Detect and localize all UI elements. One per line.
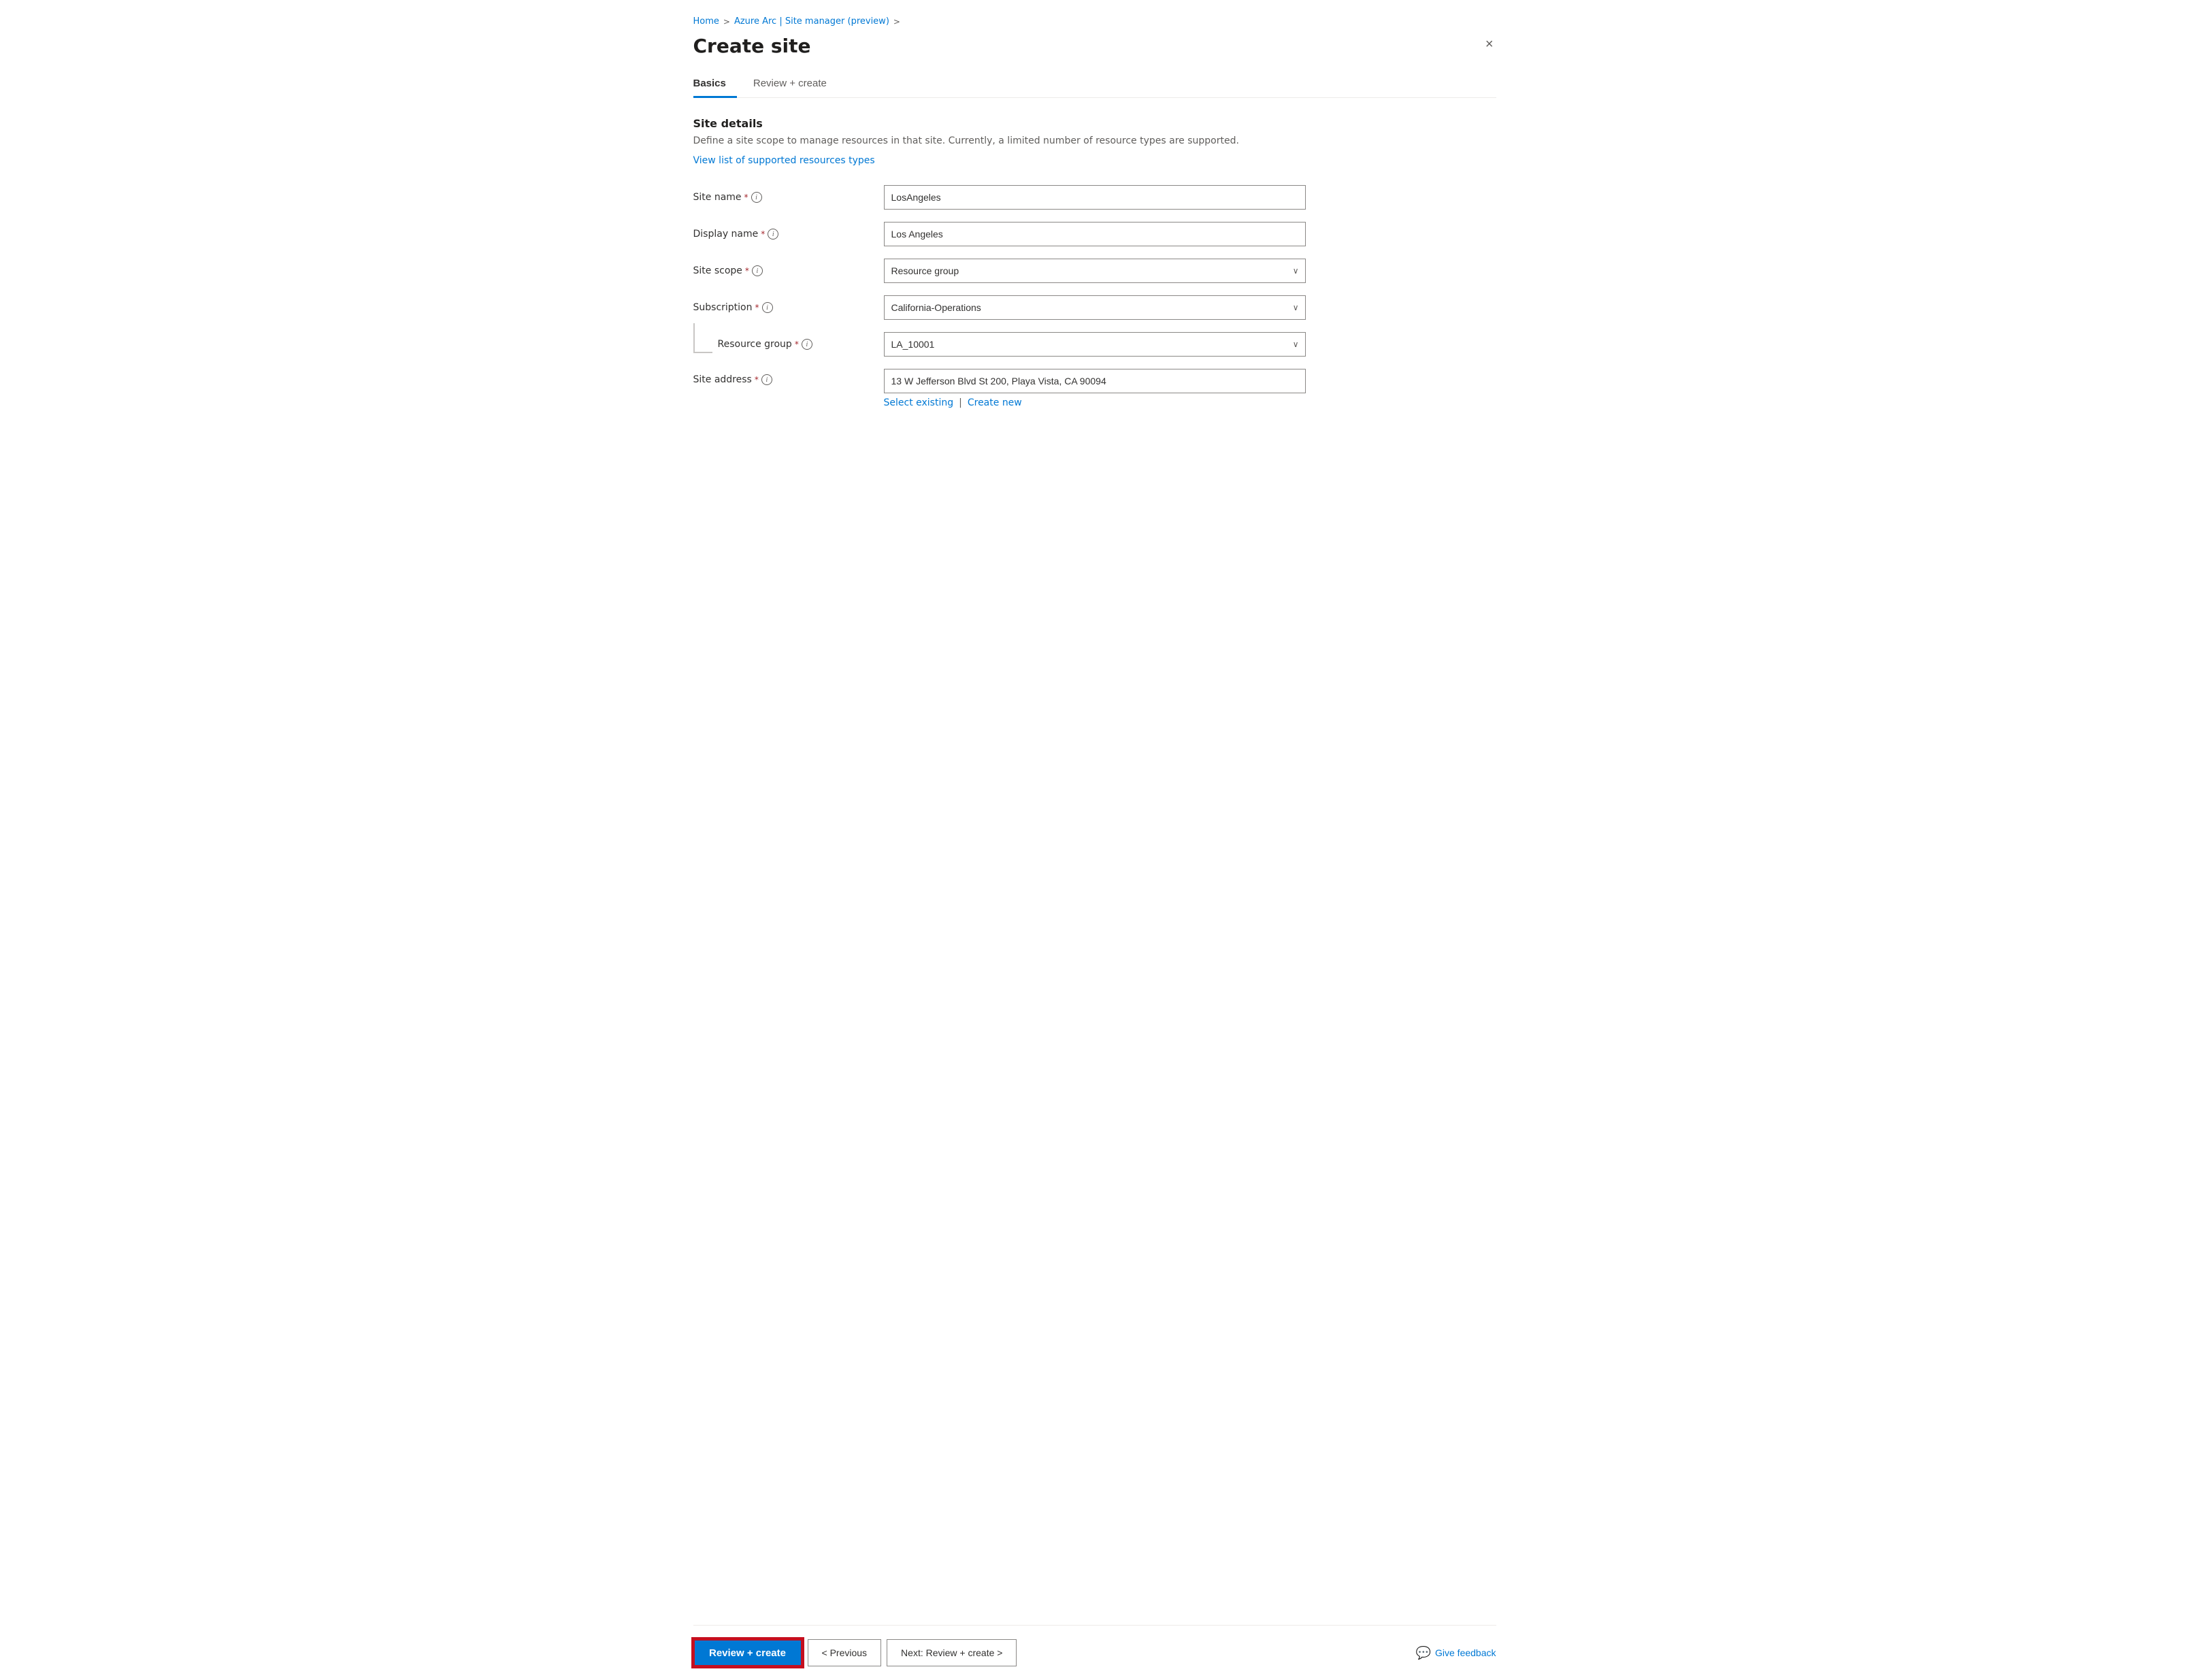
site-scope-required: * <box>745 266 749 276</box>
site-scope-control: Resource group Subscription ∨ <box>884 259 1306 283</box>
breadcrumb-arc[interactable]: Azure Arc | Site manager (preview) <box>734 16 889 27</box>
next-button[interactable]: Next: Review + create > <box>887 1639 1017 1666</box>
section-description: Define a site scope to manage resources … <box>693 134 1496 148</box>
subscription-label-text: Subscription <box>693 302 753 313</box>
site-scope-row: Site scope * i Resource group Subscripti… <box>693 259 1496 283</box>
resource-group-label: Resource group * i <box>718 339 812 350</box>
tabs-container: Basics Review + create <box>693 71 1496 98</box>
resource-group-select[interactable]: LA_10001 <box>884 332 1306 357</box>
display-name-control <box>884 222 1306 246</box>
supported-resources-link[interactable]: View list of supported resources types <box>693 155 875 166</box>
site-name-control <box>884 185 1306 210</box>
site-name-row: Site name * i <box>693 185 1496 210</box>
subscription-select-wrap: California-Operations ∨ <box>884 295 1306 320</box>
footer-right: 💬 Give feedback <box>1416 1646 1496 1660</box>
give-feedback-button[interactable]: 💬 Give feedback <box>1416 1646 1496 1660</box>
tab-review-create[interactable]: Review + create <box>753 71 838 98</box>
site-address-required: * <box>755 375 759 384</box>
review-create-button[interactable]: Review + create <box>693 1639 802 1666</box>
site-address-control: Select existing | Create new <box>884 369 1306 408</box>
site-scope-info-icon[interactable]: i <box>752 265 763 276</box>
footer-bar: Review + create < Previous Next: Review … <box>693 1625 1496 1680</box>
indent-line <box>693 323 712 353</box>
content-area: Site details Define a site scope to mana… <box>693 117 1496 1598</box>
subscription-select[interactable]: California-Operations <box>884 295 1306 320</box>
site-address-input[interactable] <box>884 369 1306 393</box>
resource-group-label-text: Resource group <box>718 339 792 350</box>
section-title: Site details <box>693 117 1496 130</box>
site-scope-select-wrap: Resource group Subscription ∨ <box>884 259 1306 283</box>
site-address-info-icon[interactable]: i <box>761 374 772 385</box>
site-name-required: * <box>744 193 748 202</box>
page-title: Create site <box>693 35 811 57</box>
subscription-info-icon[interactable]: i <box>762 302 773 313</box>
previous-button[interactable]: < Previous <box>808 1639 882 1666</box>
address-separator: | <box>959 397 962 408</box>
site-address-label: Site address * i <box>693 369 884 385</box>
breadcrumb-sep-2: > <box>893 17 900 27</box>
tab-basics[interactable]: Basics <box>693 71 737 98</box>
display-name-row: Display name * i <box>693 222 1496 246</box>
resource-group-control: LA_10001 ∨ <box>884 332 1306 357</box>
resource-group-info-icon[interactable]: i <box>802 339 812 350</box>
site-scope-label-text: Site scope <box>693 265 742 276</box>
display-name-input[interactable] <box>884 222 1306 246</box>
site-scope-select[interactable]: Resource group Subscription <box>884 259 1306 283</box>
subscription-row: Subscription * i California-Operations ∨ <box>693 295 1496 320</box>
breadcrumb-sep-1: > <box>723 17 730 27</box>
display-name-label-text: Display name <box>693 229 759 240</box>
display-name-info-icon[interactable]: i <box>768 229 778 240</box>
page-container: Home > Azure Arc | Site manager (preview… <box>666 0 1524 1680</box>
site-address-row: Site address * i Select existing | Creat… <box>693 369 1496 408</box>
subscription-required: * <box>755 303 759 312</box>
address-links: Select existing | Create new <box>884 397 1306 408</box>
site-scope-label: Site scope * i <box>693 265 884 276</box>
site-name-input[interactable] <box>884 185 1306 210</box>
resource-group-label-area: Resource group * i <box>693 335 884 353</box>
page-header: Create site × <box>693 35 1496 57</box>
site-name-label: Site name * i <box>693 192 884 203</box>
close-button[interactable]: × <box>1483 35 1496 54</box>
feedback-icon: 💬 <box>1416 1646 1431 1660</box>
feedback-label: Give feedback <box>1435 1647 1496 1658</box>
subscription-control: California-Operations ∨ <box>884 295 1306 320</box>
form-section: Site name * i Display name * i <box>693 185 1496 408</box>
site-address-label-text: Site address <box>693 374 752 385</box>
site-name-label-text: Site name <box>693 192 742 203</box>
resource-group-row: Resource group * i LA_10001 ∨ <box>693 332 1496 357</box>
resource-group-select-wrap: LA_10001 ∨ <box>884 332 1306 357</box>
breadcrumb-home[interactable]: Home <box>693 16 719 27</box>
select-existing-link[interactable]: Select existing <box>884 397 954 408</box>
create-new-link[interactable]: Create new <box>968 397 1022 408</box>
breadcrumb: Home > Azure Arc | Site manager (preview… <box>693 16 1496 27</box>
subscription-label: Subscription * i <box>693 302 884 313</box>
resource-group-required: * <box>795 340 799 349</box>
display-name-required: * <box>761 229 765 239</box>
display-name-label: Display name * i <box>693 229 884 240</box>
site-name-info-icon[interactable]: i <box>751 192 762 203</box>
